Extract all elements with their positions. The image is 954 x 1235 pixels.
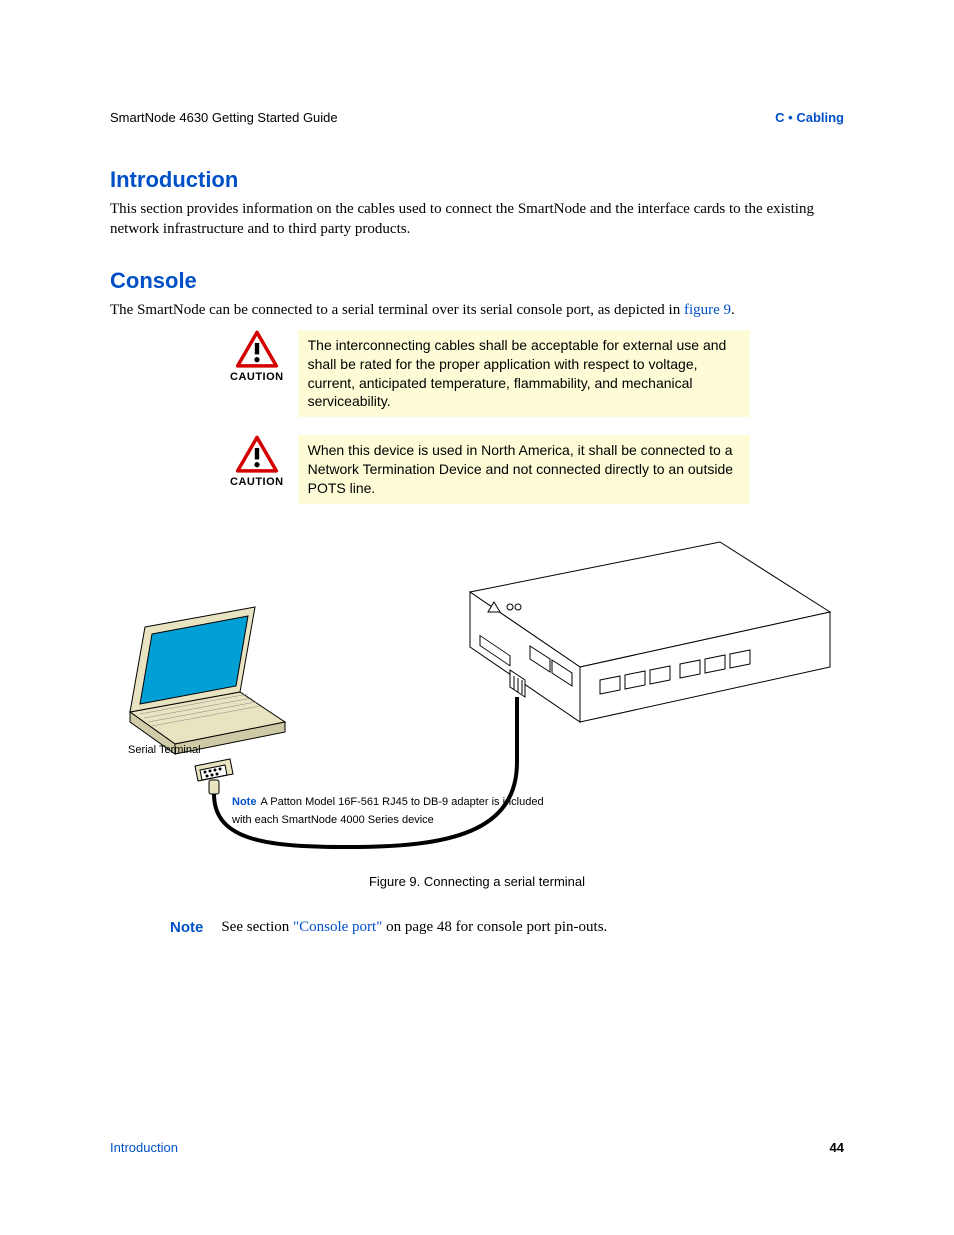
caution-icon: CAUTION: [230, 330, 284, 383]
header-chapter: C • Cabling: [775, 110, 844, 125]
bottom-note: Note See section "Console port" on page …: [170, 919, 844, 936]
caution-label: CAUTION: [230, 476, 284, 488]
figure-9: Serial Terminal Note A Patton Model 16F-…: [110, 522, 844, 862]
header-doc-title: SmartNode 4630 Getting Started Guide: [110, 110, 338, 125]
console-body-suffix: .: [731, 302, 735, 318]
caution-text-1: The interconnecting cables shall be acce…: [298, 330, 750, 418]
note-label: Note: [170, 919, 203, 936]
caution-icon: CAUTION: [230, 435, 284, 488]
console-port-link[interactable]: "Console port": [293, 919, 382, 935]
page-footer: Introduction 44: [110, 1140, 844, 1155]
figure-note: Note A Patton Model 16F-561 RJ45 to DB-9…: [232, 792, 552, 828]
caution-block-1: CAUTION The interconnecting cables shall…: [230, 330, 750, 418]
caution-text-2: When this device is used in North Americ…: [298, 435, 750, 504]
serial-terminal-label: Serial Terminal: [128, 744, 201, 756]
note-body: See section "Console port" on page 48 fo…: [221, 919, 607, 936]
footer-section: Introduction: [110, 1140, 178, 1155]
note-suffix: on page 48 for console port pin-outs.: [382, 919, 607, 935]
figure-9-link[interactable]: figure 9: [684, 302, 731, 318]
console-body: The SmartNode can be connected to a seri…: [110, 300, 844, 320]
page-number: 44: [830, 1140, 844, 1155]
figure-note-text: A Patton Model 16F-561 RJ45 to DB-9 adap…: [232, 796, 544, 826]
page-header: SmartNode 4630 Getting Started Guide C •…: [110, 110, 844, 125]
caution-label: CAUTION: [230, 371, 284, 383]
section-heading-console: Console: [110, 268, 844, 294]
console-body-prefix: The SmartNode can be connected to a seri…: [110, 302, 684, 318]
figure-caption: Figure 9. Connecting a serial terminal: [110, 874, 844, 889]
caution-block-2: CAUTION When this device is used in Nort…: [230, 435, 750, 504]
figure-note-label: Note: [232, 796, 256, 808]
introduction-body: This section provides information on the…: [110, 199, 844, 240]
note-prefix: See section: [221, 919, 293, 935]
section-heading-introduction: Introduction: [110, 167, 844, 193]
